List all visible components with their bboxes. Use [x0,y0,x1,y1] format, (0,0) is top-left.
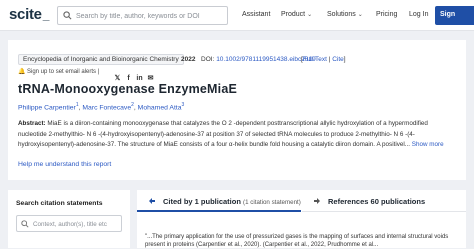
search-icon [63,11,72,20]
author-list: Philippe Carpentier1, Marc Fontecave2, M… [18,102,185,112]
tab-cited-by[interactable]: Cited by 1 publication (1 citation state… [137,190,301,212]
doi: DOI: 10.1002/9781119951438.eibc2819 [201,56,316,63]
cite-links: [Full Text | Cite] [301,56,346,63]
logo-arrow-icon: _ [42,8,50,22]
signup-button[interactable]: Sign [435,6,474,25]
nav-solutions[interactable]: Solutions ⌄ [327,11,363,18]
author-link[interactable]: Mohamed Atta [138,104,182,111]
linkedin-icon[interactable]: in [136,75,143,82]
journal-tag[interactable]: Encyclopedia of Inorganic and Bioinorgan… [18,54,184,65]
search-box[interactable] [57,6,228,25]
paper-card: Encyclopedia of Inorganic and Bioinorgan… [8,40,466,180]
search-input[interactable] [76,9,226,23]
author-link[interactable]: Marc Fontecave [82,104,131,111]
full-text-link[interactable]: Full Text [303,56,327,63]
citation-search-panel: Search citation statements [8,190,130,248]
nav-product[interactable]: Product ⌄ [281,11,312,18]
nav-assistant[interactable]: Assistant [242,11,270,18]
facebook-icon[interactable]: f [125,75,132,82]
share-buttons: 𝕏f in ✉ [114,67,158,82]
citation-statement: "...The primary application for the use … [145,234,449,248]
citation-search-title: Search citation statements [16,200,103,207]
abstract: Abstract: MiaE is a diiron-containing mo… [18,120,444,148]
page-title: tRNA-Monooxygenase EnzymeMiaE [18,82,238,96]
citation-search-box[interactable] [16,215,122,232]
scite-logo[interactable]: scite_ [9,6,49,23]
search-icon [21,220,29,228]
results-panel: Cited by 1 publication (1 citation state… [137,190,466,248]
chevron-down-icon: ⌄ [357,12,363,18]
author-link[interactable]: Philippe Carpentier [18,104,76,111]
tab-references[interactable]: References 60 publications [302,190,466,212]
nav-pricing[interactable]: Pricing [376,11,397,18]
bell-icon: 🔔 [18,69,26,75]
cite-link[interactable]: Cite [332,56,344,63]
nav-login[interactable]: Log In [409,11,428,18]
logo-text: scite [9,6,42,23]
chevron-down-icon: ⌄ [307,12,313,18]
show-more-link[interactable]: Show more [412,141,444,148]
cited-by-icon [149,198,155,204]
top-navigation-bar: scite_ Assistant Product⌄ Solutions⌄ Pri… [0,0,474,31]
mail-icon[interactable]: ✉ [147,75,154,82]
help-understand-link[interactable]: Help me understand this report [18,161,111,168]
references-icon [314,198,320,204]
twitter-icon[interactable]: 𝕏 [114,75,121,82]
publication-year: 2022 [181,56,196,63]
citation-search-input[interactable] [33,218,121,230]
email-alerts-link[interactable]: 🔔 Sign up to set email alerts | [18,68,99,78]
